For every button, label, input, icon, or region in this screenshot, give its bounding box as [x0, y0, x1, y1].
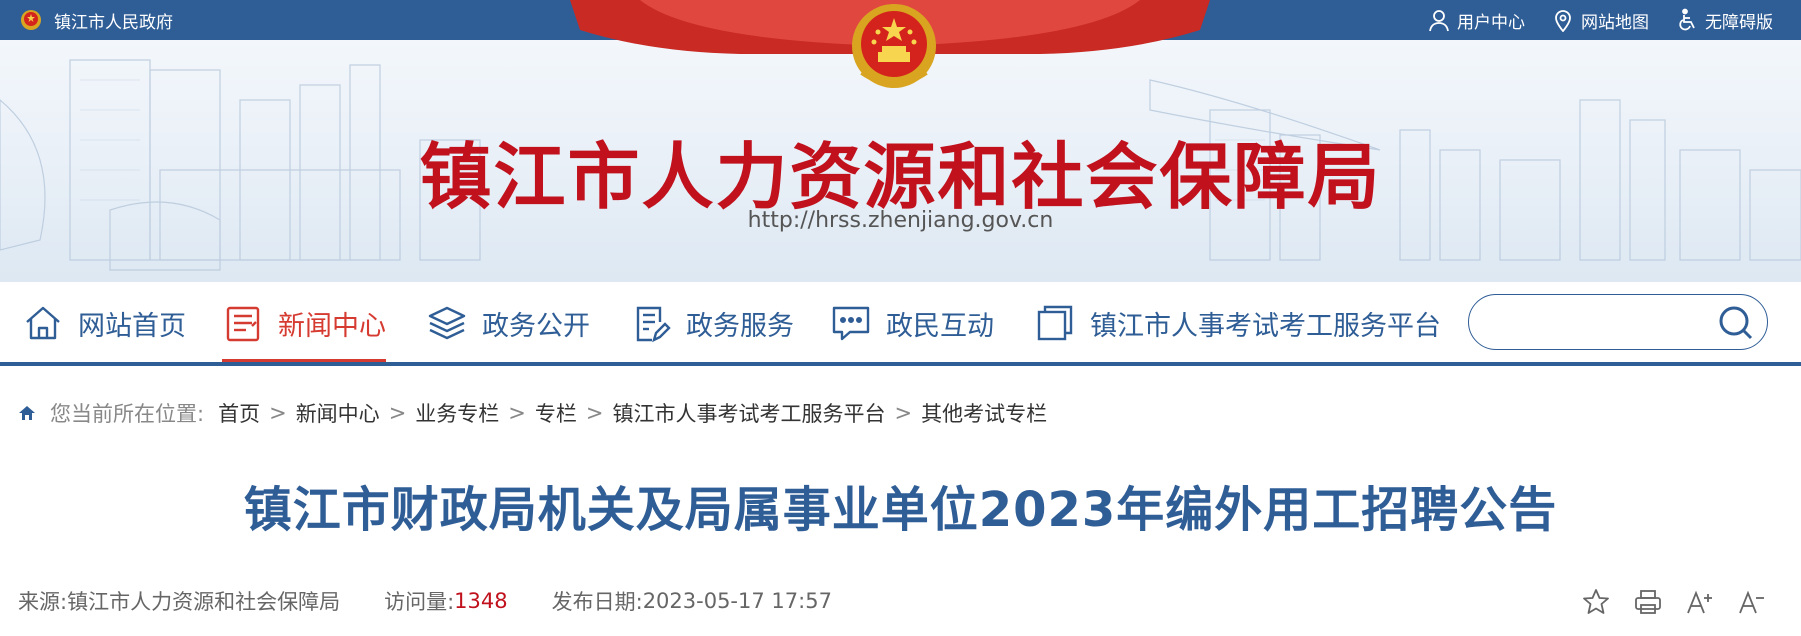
breadcrumb-prefix: 您当前所在位置:	[50, 402, 205, 426]
article-meta: 来源: 镇江市人力资源和社会保障局 访问量: 1348 发布日期: 2023-0…	[18, 584, 832, 618]
accessibility-icon	[1679, 8, 1695, 31]
home-icon	[19, 406, 35, 420]
search-input[interactable]	[1489, 305, 1713, 341]
breadcrumb-separator: >	[894, 401, 913, 425]
breadcrumb-separator: >	[269, 401, 287, 425]
breadcrumb-item-column[interactable]: 专栏	[535, 398, 577, 428]
source-value: 镇江市人力资源和社会保障局	[67, 590, 341, 614]
document-edit-icon	[636, 306, 671, 343]
nav-item-interaction[interactable]: 政民互动	[830, 282, 994, 364]
sitemap-label: 网站地图	[1581, 12, 1649, 33]
breadcrumb: 您当前所在位置: 首页 > 新闻中心 > 业务专栏 > 专栏 > 镇江市人事考试…	[18, 395, 1047, 431]
home-icon	[26, 306, 60, 340]
breadcrumb-separator: >	[585, 401, 604, 425]
user-icon	[1429, 10, 1449, 32]
font-increase-icon	[1687, 590, 1712, 614]
main-nav: 网站首页 新闻中心 政务公开 政务服务 政民互动 镇江市人事考试考工服务平台	[0, 282, 1801, 364]
visits-count: 1348	[454, 589, 508, 613]
breadcrumb-item-other-exams[interactable]: 其他考试专栏	[921, 398, 1047, 428]
nav-label: 新闻中心	[278, 310, 386, 342]
chat-icon	[832, 306, 870, 341]
visits-label: 访问量:	[384, 590, 455, 614]
sitemap-link[interactable]: 网站地图	[1551, 8, 1649, 33]
favorite-button[interactable]	[1581, 587, 1611, 617]
printer-icon	[1635, 590, 1661, 614]
gov-label: 镇江市人民政府	[54, 12, 173, 33]
nav-item-home[interactable]: 网站首页	[22, 282, 186, 364]
publish-date: 2023-05-17 17:57	[642, 589, 832, 613]
map-pin-icon	[1555, 10, 1571, 32]
accessibility-label: 无障碍版	[1705, 12, 1773, 33]
font-increase-button[interactable]	[1685, 587, 1715, 617]
breadcrumb-item-business[interactable]: 业务专栏	[415, 398, 499, 428]
search-box[interactable]	[1468, 294, 1768, 350]
print-button[interactable]	[1633, 587, 1663, 617]
accessibility-link[interactable]: 无障碍版	[1675, 8, 1773, 33]
national-emblem-icon	[852, 4, 936, 88]
article-title: 镇江市财政局机关及局属事业单位2023年编外用工招聘公告	[243, 482, 1558, 538]
breadcrumb-item-exam-platform[interactable]: 镇江市人事考试考工服务平台	[613, 398, 886, 428]
nav-label: 政民互动	[886, 310, 994, 342]
nav-item-exam-platform[interactable]: 镇江市人事考试考工服务平台	[1034, 282, 1441, 364]
font-decrease-icon	[1739, 590, 1764, 614]
search-icon[interactable]	[1717, 304, 1755, 342]
font-decrease-button[interactable]	[1737, 587, 1767, 617]
news-icon	[226, 306, 260, 342]
site-url: http://hrss.zhenjiang.gov.cn	[747, 208, 1054, 233]
breadcrumb-item-home[interactable]: 首页	[218, 398, 260, 428]
nav-label: 镇江市人事考试考工服务平台	[1090, 310, 1441, 342]
user-center-label: 用户中心	[1457, 12, 1525, 33]
star-icon	[1583, 589, 1609, 614]
nav-item-government-services[interactable]: 政务服务	[630, 282, 794, 364]
nav-label: 政务公开	[482, 310, 590, 342]
article-tools	[1581, 585, 1767, 619]
date-label: 发布日期:	[551, 590, 643, 614]
layers-icon	[428, 306, 466, 340]
national-emblem-icon	[21, 10, 41, 30]
nav-item-news[interactable]: 新闻中心	[222, 282, 386, 364]
nav-item-government-affairs[interactable]: 政务公开	[426, 282, 590, 364]
breadcrumb-item-news[interactable]: 新闻中心	[296, 398, 380, 428]
nav-divider	[0, 362, 1801, 366]
user-center-link[interactable]: 用户中心	[1427, 8, 1525, 33]
breadcrumb-separator: >	[388, 401, 407, 425]
nav-label: 政务服务	[686, 310, 794, 342]
source-label: 来源:	[18, 590, 68, 614]
window-icon	[1037, 305, 1073, 341]
breadcrumb-separator: >	[508, 401, 526, 425]
nav-label: 网站首页	[78, 310, 186, 342]
gov-link[interactable]: 镇江市人民政府	[20, 0, 173, 40]
